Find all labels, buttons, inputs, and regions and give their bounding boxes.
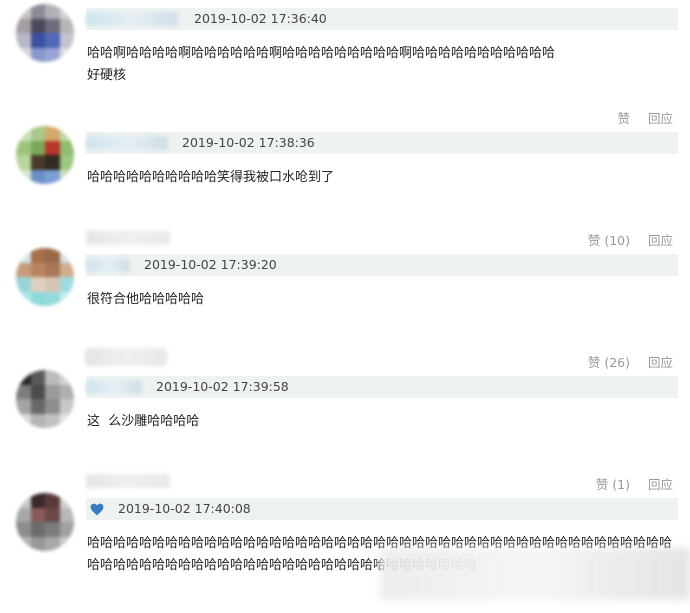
avatar[interactable] xyxy=(16,126,74,184)
heart-icon xyxy=(90,501,104,520)
comment-text: 哈哈啊哈哈哈哈啊哈哈哈哈哈哈啊哈哈哈哈哈哈哈哈哈啊哈哈哈哈哈哈哈哈哈哈哈 好硬核 xyxy=(87,46,556,83)
username-blurred[interactable] xyxy=(86,380,142,394)
username-blurred[interactable] xyxy=(86,12,178,26)
like-button[interactable]: 赞 xyxy=(617,111,630,126)
avatar[interactable] xyxy=(16,4,74,62)
avatar[interactable] xyxy=(16,493,74,551)
like-button[interactable]: 赞 (26) xyxy=(588,355,630,370)
username-blurred[interactable] xyxy=(86,258,130,272)
comment-time: 2019-10-02 17:38:36 xyxy=(182,135,315,150)
blurred-text xyxy=(86,474,170,488)
comment-meta-bar: 2019-10-02 17:38:36 xyxy=(86,132,678,154)
comment-actions: 赞 (1) 回应 xyxy=(582,474,673,493)
avatar[interactable] xyxy=(16,248,74,306)
reply-button[interactable]: 回应 xyxy=(648,355,673,370)
comment-actions: 赞 回应 xyxy=(603,108,673,127)
comment-time: 2019-10-02 17:39:20 xyxy=(144,257,277,272)
reply-button[interactable]: 回应 xyxy=(648,477,673,492)
reply-button[interactable]: 回应 xyxy=(648,233,673,248)
like-button[interactable]: 赞 (10) xyxy=(588,233,630,248)
blurred-text xyxy=(86,231,170,245)
comment-actions: 赞 (10) 回应 xyxy=(574,230,673,249)
reply-button[interactable]: 回应 xyxy=(648,111,673,126)
blurred-text xyxy=(86,348,166,362)
comment-text: 很符合他哈哈哈哈哈 xyxy=(87,292,205,307)
comment-actions: 赞 (26) 回应 xyxy=(574,352,673,371)
comment-meta-bar: 2019-10-02 17:36:40 xyxy=(86,8,678,30)
comment-meta-bar: 2019-10-02 17:39:20 xyxy=(86,254,678,276)
comment-meta-bar: 2019-10-02 17:39:58 xyxy=(86,376,678,398)
comment-time: 2019-10-02 17:36:40 xyxy=(194,11,327,26)
avatar[interactable] xyxy=(16,370,74,428)
comment-time: 2019-10-02 17:39:58 xyxy=(156,379,289,394)
comment-time: 2019-10-02 17:40:08 xyxy=(118,501,251,516)
username-blurred[interactable] xyxy=(86,136,168,150)
comment-text: 这 么沙雕哈哈哈哈 xyxy=(87,414,200,429)
comment-text: 哈哈哈哈哈哈哈哈哈哈笑得我被口水呛到了 xyxy=(87,170,335,185)
blurred-overlay xyxy=(380,548,690,600)
comment-meta-bar: 2019-10-02 17:40:08 xyxy=(86,498,678,520)
like-button[interactable]: 赞 (1) xyxy=(596,477,630,492)
